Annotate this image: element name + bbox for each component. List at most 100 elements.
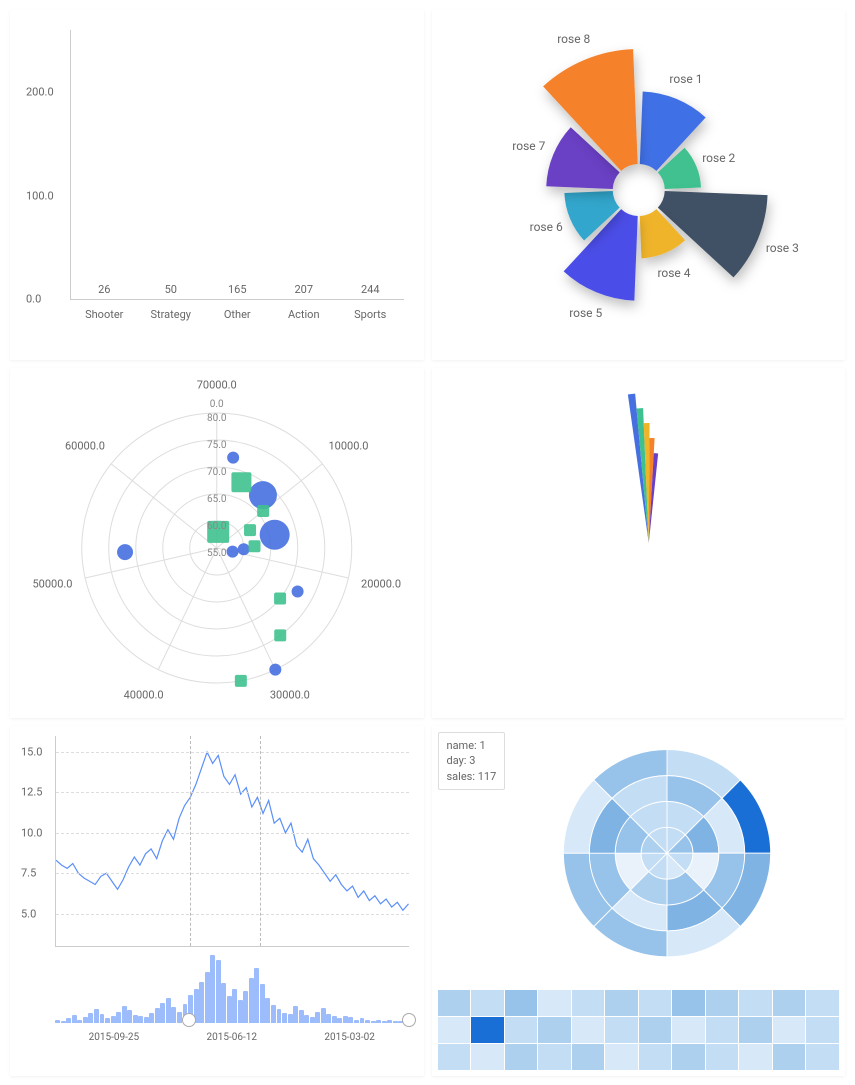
rose-label: rose 6 [530, 220, 563, 234]
brush-handle[interactable] [402, 1013, 416, 1027]
polar-angle-tick: 10000.0 [328, 440, 368, 453]
grid-heat-cell [538, 990, 571, 1016]
grid-heat-cell [672, 1017, 705, 1043]
bar-ytick: 200.0 [26, 86, 54, 99]
grid-heat-cell [605, 990, 638, 1016]
polar-point [231, 472, 251, 492]
bar-column: 244Sports [350, 283, 390, 299]
bar-ytick: 100.0 [26, 189, 54, 202]
line-cursor[interactable] [260, 736, 261, 946]
grid-heat-cell [706, 1044, 739, 1070]
rose-label: rose 8 [557, 32, 590, 46]
bar-column: 165Other [217, 283, 257, 299]
narrow-fan-panel [432, 368, 846, 718]
polar-point [227, 546, 239, 558]
polar-point [257, 505, 269, 517]
line-xtick: 2015-06-12 [207, 1032, 258, 1043]
polar-point [274, 629, 286, 641]
chart-grid: 26Shooter50Strategy165Other207Action244S… [10, 10, 845, 1075]
tooltip-day-value: 3 [469, 754, 475, 767]
polar-angle-tick: 50000.0 [32, 578, 72, 591]
grid-heat-cell [739, 990, 772, 1016]
polar-point [260, 520, 290, 550]
grid-heat-cell [572, 1044, 605, 1070]
grid-heat-cell [505, 1044, 538, 1070]
polar-point [249, 540, 261, 552]
polar-point [292, 586, 304, 598]
grid-heat-cell [538, 1044, 571, 1070]
polar-point [269, 664, 281, 676]
tooltip-sales-value: 117 [478, 770, 497, 783]
narrow-fan-chart [432, 368, 846, 718]
polar-angle-tick: 40000.0 [124, 688, 164, 701]
grid-heat-cell [706, 990, 739, 1016]
bar-ytick: 0.0 [26, 293, 41, 306]
timeseries-panel: 5.07.510.012.515.0 2015-09-252015-06-122… [10, 726, 424, 1076]
grid-heat-cell [672, 990, 705, 1016]
line-main-plot: 5.07.510.012.515.0 [55, 736, 409, 947]
grid-heat-cell [806, 1044, 839, 1070]
polar-point [227, 452, 239, 464]
line-cursor[interactable] [190, 736, 191, 946]
grid-heat-cell [773, 990, 806, 1016]
polar-angle-tick: 70000.0 [197, 379, 237, 392]
bar-column: 26Shooter [84, 283, 124, 299]
grid-heat-cell [806, 990, 839, 1016]
grid-heat-cell [639, 1044, 672, 1070]
line-ytick: 15.0 [21, 746, 42, 759]
grid-heat-cell [471, 990, 504, 1016]
tooltip-name-value: 1 [479, 739, 485, 752]
tooltip-name-label: name: [447, 739, 477, 752]
rose-chart: rose 1rose 2rose 3rose 4rose 5rose 6rose… [432, 10, 846, 360]
bar-value-label: 244 [361, 283, 380, 296]
rose-label: rose 1 [669, 72, 702, 86]
brush-handle[interactable] [182, 1013, 196, 1027]
polar-radial-tick: 0.0 [210, 399, 224, 410]
heatmap-tooltip: name: 1 day: 3 sales: 117 [438, 732, 506, 790]
polar-point [238, 543, 250, 555]
polar-angle-tick: 30000.0 [270, 688, 310, 701]
grid-heat-cell [639, 990, 672, 1016]
grid-heat-cell [639, 1017, 672, 1043]
bar-value-label: 26 [98, 283, 110, 296]
grid-heat-cell [538, 1017, 571, 1043]
polar-radial-tick: 60.0 [207, 521, 227, 532]
rose-label: rose 3 [766, 241, 799, 255]
line-brush-plot[interactable]: 2015-09-252015-06-122015-03-02 [55, 955, 409, 1023]
heatmap-chart: name: 1 day: 3 sales: 117 [432, 726, 846, 1076]
bar-xtick: Action [274, 308, 334, 321]
grid-heat-cell [438, 1044, 471, 1070]
line-ytick: 10.0 [21, 826, 42, 839]
grid-heat-cell [572, 1017, 605, 1043]
grid-heat-cell [672, 1044, 705, 1070]
polar-radial-tick: 70.0 [207, 467, 227, 478]
bar-xtick: Shooter [74, 308, 134, 321]
line-chart: 5.07.510.012.515.0 2015-09-252015-06-122… [10, 726, 424, 1076]
bar-value-label: 50 [165, 283, 177, 296]
grid-heat-cell [739, 1017, 772, 1043]
bar-xtick: Other [207, 308, 267, 321]
polar-point [249, 481, 277, 509]
polar-point [117, 544, 133, 560]
line-xtick: 2015-03-02 [324, 1032, 375, 1043]
bar-column: 207Action [284, 283, 324, 299]
grid-heatmap [438, 990, 840, 1070]
polar-radial-tick: 55.0 [207, 548, 227, 559]
line-ytick: 5.0 [21, 907, 36, 920]
bar-column: 50Strategy [151, 283, 191, 299]
polar-angle-tick: 20000.0 [361, 578, 401, 591]
bar-xtick: Sports [340, 308, 400, 321]
polar-scatter: 55.060.065.070.075.080.00.010000.020000.… [10, 368, 424, 718]
polar-point [274, 593, 286, 605]
tooltip-sales-label: sales: [447, 770, 476, 783]
grid-heat-cell [438, 1017, 471, 1043]
grid-heat-cell [471, 1017, 504, 1043]
polar-scatter-panel: 55.060.065.070.075.080.00.010000.020000.… [10, 368, 424, 718]
bar-chart: 26Shooter50Strategy165Other207Action244S… [10, 10, 424, 360]
bar-value-label: 207 [294, 283, 313, 296]
grid-heat-cell [438, 990, 471, 1016]
rose-chart-panel: rose 1rose 2rose 3rose 4rose 5rose 6rose… [432, 10, 846, 360]
grid-heat-cell [605, 1017, 638, 1043]
polar-radial-tick: 75.0 [207, 440, 227, 451]
line-ytick: 12.5 [21, 786, 42, 799]
